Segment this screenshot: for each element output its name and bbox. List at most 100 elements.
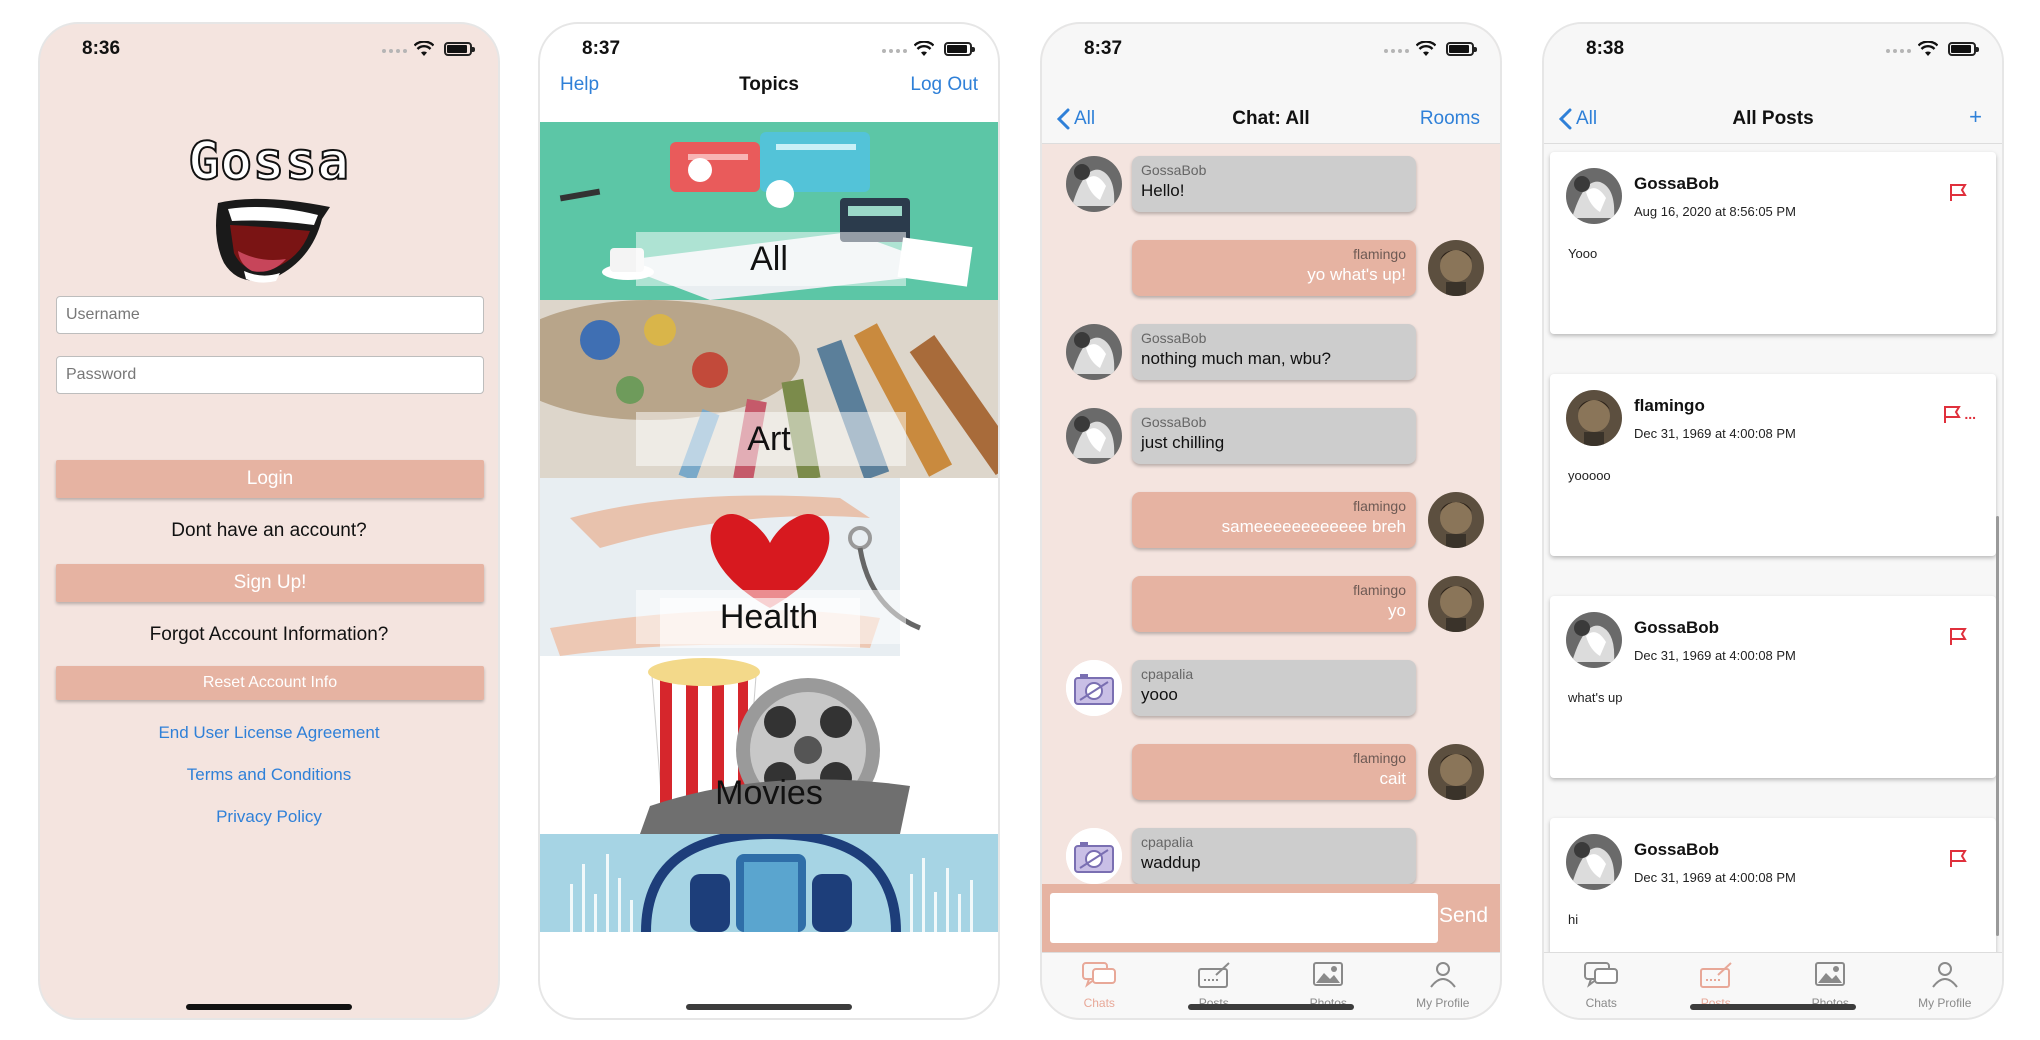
back-button[interactable]: All: [1558, 108, 1597, 130]
username-input[interactable]: [56, 296, 484, 334]
mouth-logo-icon: [216, 198, 330, 283]
tab-label: Chats: [1083, 996, 1115, 1010]
topic-music-illustration: [540, 834, 998, 932]
avatar[interactable]: [1066, 156, 1122, 212]
avatar[interactable]: [1428, 240, 1484, 296]
camera-icon: [1066, 828, 1122, 884]
topic-movies[interactable]: Movies: [540, 656, 998, 834]
post-card[interactable]: flamingo Dec 31, 1969 at 4:00:08 PM yooo…: [1550, 374, 1996, 556]
chat-screen: 8:37 Chat: All All Rooms GossaBob Hello!: [1040, 22, 1502, 1020]
topic-health-label: Health: [719, 598, 819, 636]
flag-icon[interactable]: [1948, 182, 1968, 202]
reset-account-button[interactable]: Reset Account Info: [56, 666, 484, 700]
avatar[interactable]: [1566, 390, 1622, 446]
post-date: Dec 31, 1969 at 4:00:08 PM: [1634, 648, 1796, 663]
message-author: flamingo: [1353, 246, 1406, 262]
avatar[interactable]: [1566, 612, 1622, 668]
home-indicator: [686, 1004, 852, 1010]
nav-bar: Topics Help Log Out: [540, 44, 998, 114]
back-button[interactable]: All: [1056, 108, 1095, 130]
send-button[interactable]: Send: [1439, 904, 1488, 928]
message-author: GossaBob: [1141, 330, 1207, 346]
flag-icon[interactable]: [1948, 626, 1968, 646]
tab-chats[interactable]: Chats: [1042, 953, 1157, 1018]
topic-all[interactable]: All: [540, 122, 998, 300]
tab-chats[interactable]: Chats: [1544, 953, 1659, 1018]
photos-icon: [1313, 962, 1344, 986]
logout-button[interactable]: Log Out: [910, 74, 978, 96]
topic-music[interactable]: [540, 834, 998, 932]
post-card[interactable]: GossaBob Aug 16, 2020 at 8:56:05 PM Yooo: [1550, 152, 1996, 334]
avatar[interactable]: [1066, 828, 1122, 884]
tab-my-profile[interactable]: My Profile: [1386, 953, 1501, 1018]
eula-link[interactable]: End User License Agreement: [40, 723, 498, 743]
topic-health[interactable]: Health: [540, 478, 998, 656]
message-author: flamingo: [1353, 750, 1406, 766]
message-text: nothing much man, wbu?: [1141, 349, 1331, 368]
home-indicator: [186, 1004, 352, 1010]
post-card[interactable]: GossaBob Dec 31, 1969 at 4:00:08 PM hi: [1550, 818, 1996, 952]
flag-icon[interactable]: [1942, 404, 1962, 424]
forgot-info-label: Forgot Account Information?: [149, 624, 389, 645]
topic-art[interactable]: Art: [540, 300, 998, 478]
message-text: cait: [1379, 769, 1406, 788]
message-author: flamingo: [1353, 498, 1406, 514]
message-bubble: GossaBob nothing much man, wbu?: [1132, 324, 1416, 380]
avatar[interactable]: [1066, 324, 1122, 380]
message-text: yooo: [1141, 685, 1178, 704]
message-input[interactable]: [1050, 893, 1438, 943]
scrollbar[interactable]: [1996, 516, 1999, 936]
avatar[interactable]: [1428, 576, 1484, 632]
tab-my-profile[interactable]: My Profile: [1888, 953, 2003, 1018]
avatar[interactable]: [1066, 660, 1122, 716]
post-text: yooooo: [1568, 468, 1611, 483]
add-post-button[interactable]: +: [1969, 104, 1982, 130]
terms-link[interactable]: Terms and Conditions: [40, 765, 498, 785]
flag-icon[interactable]: [1948, 848, 1968, 868]
post-card[interactable]: GossaBob Dec 31, 1969 at 4:00:08 PM what…: [1550, 596, 1996, 778]
status-bar: 8:36: [40, 24, 498, 74]
avatar[interactable]: [1428, 744, 1484, 800]
signup-button[interactable]: Sign Up!: [56, 564, 484, 602]
message-text: yo: [1388, 601, 1406, 620]
topics-screen: 8:37 Topics Help Log Out All Art Health …: [538, 22, 1000, 1020]
avatar[interactable]: [1428, 492, 1484, 548]
app-logo-text: Gossa: [187, 131, 350, 193]
login-screen: 8:36 Gossa Login Dont have an account? S…: [38, 22, 500, 1020]
back-label: All: [1074, 108, 1096, 129]
topic-art-label: Art: [747, 420, 791, 458]
signal-icon: [382, 49, 407, 53]
back-label: All: [1576, 108, 1598, 129]
post-date: Aug 16, 2020 at 8:56:05 PM: [1634, 204, 1796, 219]
password-input[interactable]: [56, 356, 484, 394]
message-author: cpapalia: [1141, 666, 1194, 682]
flag-more-indicator: ...: [1964, 406, 1976, 422]
chevron-left-icon: [1056, 108, 1070, 130]
home-indicator: [1690, 1004, 1856, 1010]
post-text: what's up: [1568, 690, 1623, 705]
post-author: GossaBob: [1634, 840, 1720, 859]
page-title: All Posts: [1732, 108, 1814, 129]
avatar[interactable]: [1066, 408, 1122, 464]
message-text: just chilling: [1141, 433, 1225, 452]
photos-icon: [1815, 962, 1846, 986]
message-author: cpapalia: [1141, 834, 1194, 850]
tab-label: My Profile: [1416, 996, 1470, 1010]
post-edit-icon: [1699, 962, 1732, 988]
profile-icon: [1931, 962, 1958, 988]
avatar[interactable]: [1566, 834, 1622, 890]
status-time: 8:36: [82, 38, 121, 59]
login-button[interactable]: Login: [56, 460, 484, 498]
message-bubble: GossaBob just chilling: [1132, 408, 1416, 464]
post-list: GossaBob Aug 16, 2020 at 8:56:05 PM Yooo…: [1544, 144, 2002, 952]
privacy-link[interactable]: Privacy Policy: [40, 807, 498, 827]
message-bubble: GossaBob Hello!: [1132, 156, 1416, 212]
help-button[interactable]: Help: [560, 74, 599, 96]
chat-bubbles-icon: [1584, 962, 1619, 988]
rooms-button[interactable]: Rooms: [1420, 108, 1480, 130]
post-edit-icon: [1197, 962, 1230, 988]
avatar[interactable]: [1566, 168, 1622, 224]
message-author: flamingo: [1353, 582, 1406, 598]
message-list: GossaBob Hello! flamingo yo what's up! G…: [1042, 144, 1500, 884]
post-date: Dec 31, 1969 at 4:00:08 PM: [1634, 870, 1796, 885]
